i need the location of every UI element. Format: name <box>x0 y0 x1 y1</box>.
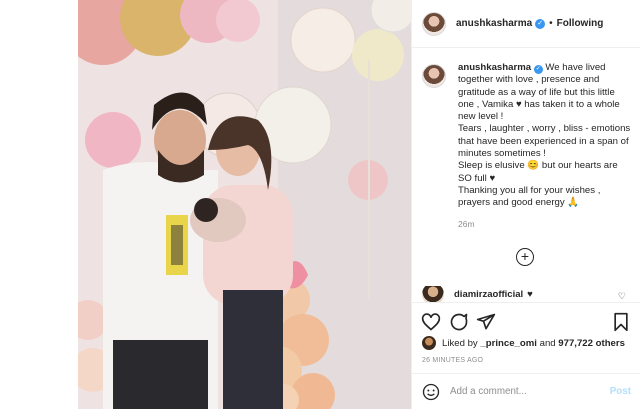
caption-body: anushkasharma ✓ We have lived together w… <box>458 62 632 210</box>
post-photo[interactable] <box>78 0 411 409</box>
share-icon[interactable] <box>476 312 496 332</box>
comment-username[interactable]: diamirzaofficial <box>454 289 523 300</box>
liker-avatar[interactable] <box>422 336 436 350</box>
caption-avatar[interactable] <box>422 64 446 88</box>
author-avatar[interactable] <box>422 11 446 36</box>
comment-icon[interactable] <box>449 312 469 332</box>
post-comment-button[interactable]: Post <box>610 386 631 397</box>
comment-text: ♥ <box>527 288 533 300</box>
likes-count[interactable]: 977,722 others <box>558 338 625 349</box>
likes-prefix: Liked by <box>442 337 478 349</box>
post-header: anushkasharma ✓ • Following <box>412 0 640 48</box>
post-actions: Liked by _prince_omi and 977,722 others … <box>412 302 640 372</box>
commenter-avatar[interactable] <box>422 286 444 302</box>
post-sidebar: anushkasharma ✓ • Following anushkasharm… <box>411 0 640 409</box>
comment-input[interactable] <box>450 386 600 397</box>
header-separator: • <box>549 18 553 29</box>
author-username[interactable]: anushkasharma <box>456 18 532 29</box>
post-timestamp[interactable]: 26 MINUTES AGO <box>422 357 483 364</box>
following-button[interactable]: Following <box>557 18 604 29</box>
heart-icon[interactable] <box>421 312 441 332</box>
caption: anushkasharma ✓ We have lived together w… <box>422 62 632 229</box>
bookmark-icon[interactable] <box>611 312 631 332</box>
caption-text: We have lived together with love , prese… <box>458 62 631 209</box>
caption-username[interactable]: anushkasharma <box>458 62 531 73</box>
verified-badge-icon: ✓ <box>535 18 546 29</box>
likes-summary: Liked by _prince_omi and 977,722 others <box>422 336 625 350</box>
caption-time[interactable]: 26m <box>458 219 632 229</box>
load-more-comments-button[interactable]: + <box>516 248 534 266</box>
emoji-icon[interactable] <box>422 383 440 401</box>
post-photo-illustration <box>78 0 411 409</box>
likes-middle: and <box>539 337 556 349</box>
verified-badge-icon: ✓ <box>533 65 543 74</box>
likes-first-user[interactable]: _prince_omi <box>480 338 537 349</box>
comment-item: diamirzaofficial ♥ ♡ <box>422 286 632 302</box>
add-comment-bar: Post <box>412 373 640 409</box>
comment-like-icon[interactable]: ♡ <box>618 291 626 302</box>
